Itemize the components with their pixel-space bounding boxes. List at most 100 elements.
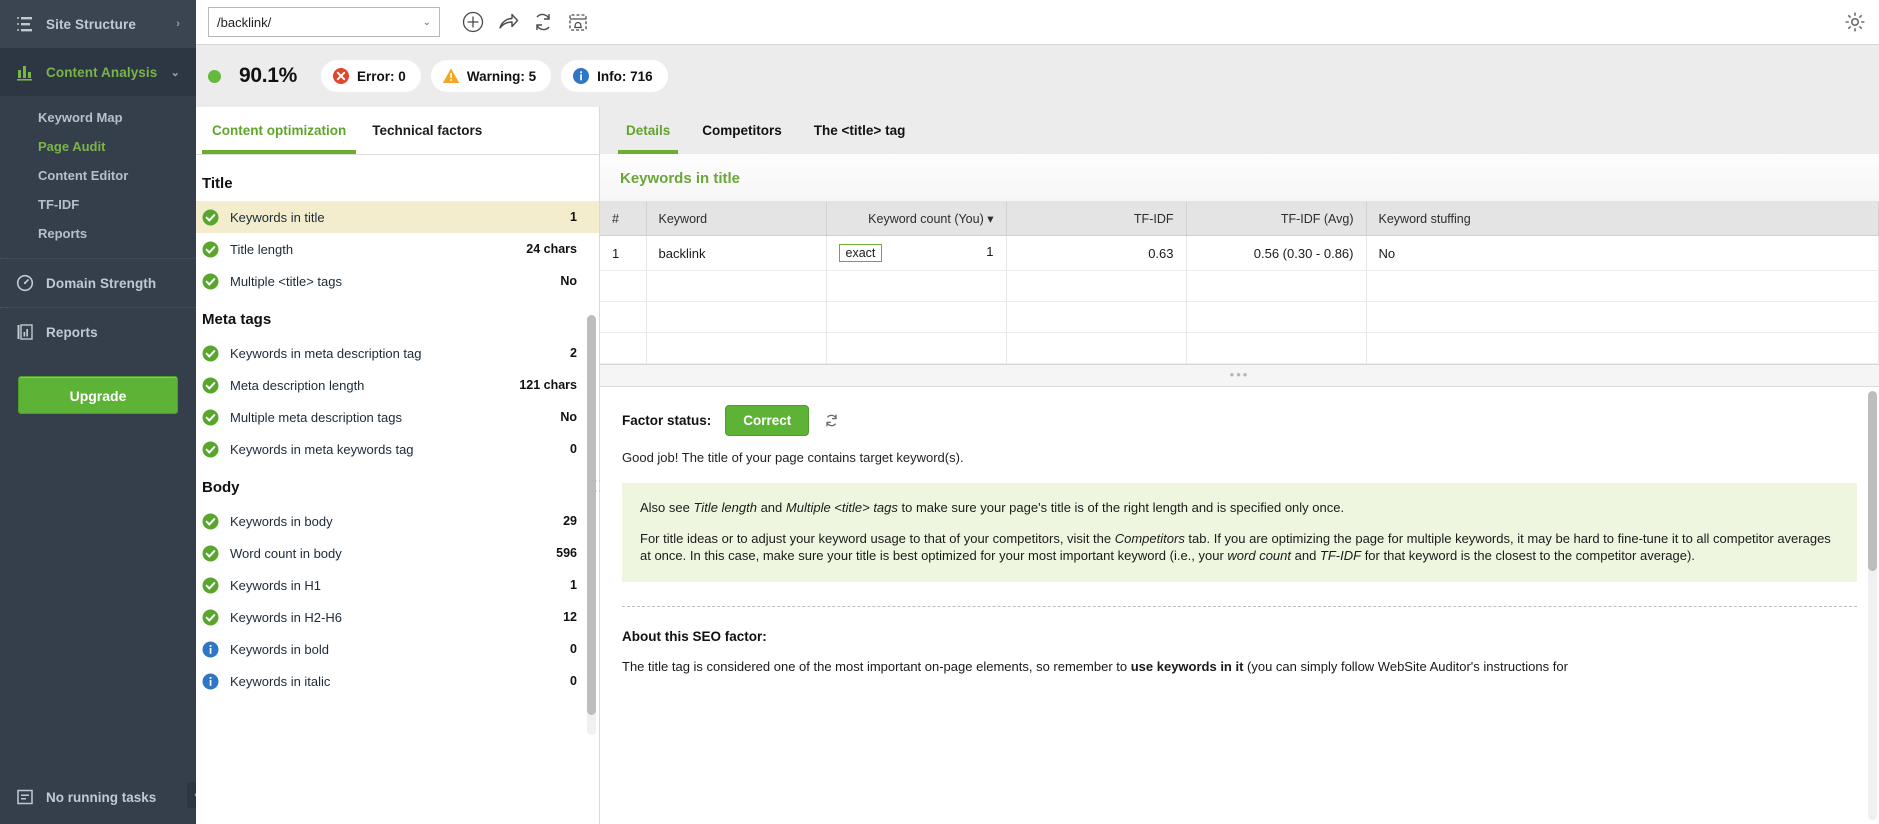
sidebar-item-reports-sub[interactable]: Reports (0, 219, 196, 248)
factor-row-keywords-in-title[interactable]: Keywords in title 1 (196, 201, 599, 233)
factor-name: Word count in body (230, 545, 342, 561)
check-ok-icon (202, 241, 219, 257)
upgrade-button[interactable]: Upgrade (18, 376, 178, 414)
tip-em-tf-idf: TF-IDF (1319, 548, 1362, 564)
schedule-icon[interactable] (565, 9, 591, 35)
tab-the-title-tag[interactable]: The <title> tag (806, 107, 914, 154)
info-circle-icon (202, 641, 219, 657)
column-header-keyword-stuffing[interactable]: Keyword stuffing (1366, 202, 1879, 236)
factor-value: 0 (570, 674, 577, 688)
refresh-icon[interactable] (823, 412, 840, 429)
factor-row-keywords-in-meta-keywords[interactable]: Keywords in meta keywords tag 0 (196, 433, 599, 465)
match-type-badge[interactable]: exact (838, 244, 883, 262)
sidebar-item-domain-strength[interactable]: Domain Strength (0, 259, 196, 307)
factors-scrollbar[interactable] (587, 315, 596, 735)
factor-name: Meta description length (230, 377, 365, 393)
factor-row-word-count-in-body[interactable]: Word count in body 596 (196, 537, 599, 569)
factor-name: Keywords in italic (230, 673, 331, 689)
table-row (600, 301, 1879, 333)
tip-link-title-length: Title length (693, 500, 757, 515)
sidebar-group-content-analysis[interactable]: Content Analysis ⌄ (0, 48, 196, 96)
factor-group-meta-tags: Meta tags (202, 311, 272, 328)
check-ok-icon (202, 441, 219, 457)
factor-row-keywords-in-h2-h6[interactable]: Keywords in H2-H6 12 (196, 601, 599, 633)
sidebar: Site Structure › Content Analysis ⌄ Keyw… (0, 0, 205, 824)
status-badge-error[interactable]: Error: 0 (321, 60, 421, 92)
refresh-icon[interactable] (530, 9, 556, 35)
factor-row-multiple-meta-description-tags[interactable]: Multiple meta description tags No (196, 401, 599, 433)
table-row[interactable]: 1 backlink exact 1 0.63 0.56 (0.30 - 0.8… (600, 235, 1879, 271)
upgrade-container: Upgrade (0, 356, 196, 430)
factor-name: Keywords in H1 (230, 577, 322, 593)
panel-resize-handle[interactable]: ⋮⋮ (590, 476, 601, 504)
status-badge-info[interactable]: Info: 716 (561, 60, 668, 92)
factor-name: Multiple <title> tags (230, 273, 343, 289)
sidebar-item-keyword-map[interactable]: Keyword Map (0, 103, 196, 132)
factor-value: 12 (563, 610, 577, 624)
factor-name: Keywords in title (230, 209, 325, 225)
cell-keyword-count[interactable]: exact 1 (826, 235, 1007, 271)
add-page-icon[interactable] (460, 9, 486, 35)
check-ok-icon (202, 513, 219, 529)
factor-row-title-length[interactable]: Title length 24 chars (196, 233, 599, 265)
check-ok-icon (202, 545, 219, 561)
tasks-icon (17, 789, 33, 805)
table-resize-grip[interactable]: ••• (600, 365, 1879, 387)
column-header-keyword[interactable]: Keyword (646, 202, 827, 236)
factor-value: 596 (556, 546, 577, 560)
list-structure-icon (17, 17, 32, 32)
factor-row-multiple-title-tags[interactable]: Multiple <title> tags No (196, 265, 599, 297)
sidebar-item-site-structure[interactable]: Site Structure › (0, 0, 196, 48)
sidebar-item-tf-idf[interactable]: TF-IDF (0, 190, 196, 219)
factor-row-keywords-in-meta-description[interactable]: Keywords in meta description tag 2 (196, 337, 599, 369)
factor-row-keywords-in-italic[interactable]: Keywords in italic 0 (196, 665, 599, 697)
tip-link-multiple-title-tags: Multiple <title> tags (785, 500, 898, 515)
error-icon (333, 68, 350, 84)
factor-row-keywords-in-h1[interactable]: Keywords in H1 1 (196, 569, 599, 601)
about-seo-factor-heading: About this SEO factor: (622, 629, 767, 645)
check-ok-icon (202, 209, 219, 225)
share-icon[interactable] (495, 9, 521, 35)
main-area: /backlink/ ⌄ 90.1% Error: 0 Warning: 5 I… (196, 0, 1879, 824)
bar-chart-icon (17, 66, 32, 81)
app-root: Site Structure › Content Analysis ⌄ Keyw… (0, 0, 1879, 824)
factor-row-keywords-in-body[interactable]: Keywords in body 29 (196, 505, 599, 537)
cell-keyword: backlink (646, 235, 827, 271)
tab-content-optimization[interactable]: Content optimization (202, 107, 357, 154)
toolbar: /backlink/ ⌄ (196, 0, 1879, 45)
gear-icon[interactable] (1843, 10, 1867, 34)
factor-row-keywords-in-bold[interactable]: Keywords in bold 0 (196, 633, 599, 665)
running-tasks-status[interactable]: No running tasks (0, 780, 196, 824)
factor-tips: Also see Title length and Multiple <titl… (622, 483, 1857, 583)
sidebar-item-reports[interactable]: Reports (0, 308, 196, 356)
status-badge-warning[interactable]: Warning: 5 (430, 60, 552, 92)
factor-status-row: Factor status: Correct (622, 405, 1857, 436)
details-scrollbar-thumb[interactable] (1868, 391, 1877, 571)
tab-technical-factors[interactable]: Technical factors (362, 107, 492, 154)
gauge-icon (16, 274, 34, 292)
column-header-tf-idf[interactable]: TF-IDF (1006, 202, 1187, 236)
tip-em-word-count: word count (1227, 548, 1291, 564)
factor-name: Keywords in bold (230, 641, 329, 657)
column-header-tf-idf-avg[interactable]: TF-IDF (Avg) (1186, 202, 1367, 236)
sidebar-item-content-editor[interactable]: Content Editor (0, 161, 196, 190)
tab-details[interactable]: Details (618, 107, 679, 154)
table-row (600, 332, 1879, 364)
score-dot (208, 69, 221, 83)
table-row (600, 270, 1879, 302)
optimization-score: 90.1% (239, 64, 298, 87)
page-url-select[interactable]: /backlink/ ⌄ (208, 7, 440, 37)
status-bar: 90.1% Error: 0 Warning: 5 Info: 716 (196, 45, 1879, 107)
details-scrollbar[interactable] (1868, 391, 1877, 820)
keywords-table-wrap: # Keyword Keyword count (You) ▾ TF-IDF T… (600, 202, 1879, 365)
column-header-num[interactable]: # (600, 202, 647, 236)
column-header-keyword-count[interactable]: Keyword count (You) ▾ (826, 202, 1007, 236)
chevron-down-icon: ⌄ (170, 66, 180, 79)
status-badge-label: Info: 716 (597, 68, 653, 84)
tab-competitors[interactable]: Competitors (694, 107, 790, 154)
factor-group-body: Body (202, 479, 240, 496)
sidebar-item-page-audit[interactable]: Page Audit (0, 132, 196, 161)
warning-icon (442, 68, 460, 83)
factors-scrollbar-thumb[interactable] (587, 315, 596, 715)
factor-row-meta-description-length[interactable]: Meta description length 121 chars (196, 369, 599, 401)
